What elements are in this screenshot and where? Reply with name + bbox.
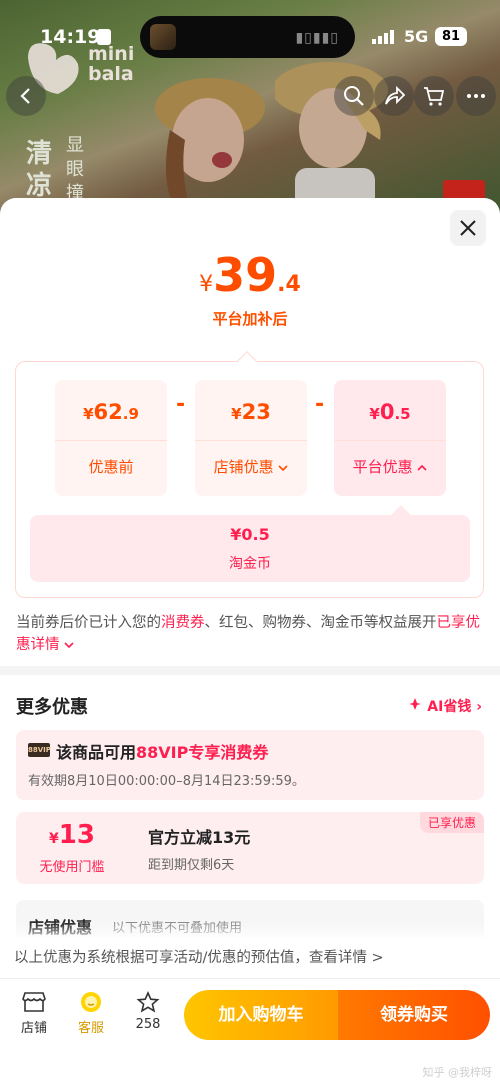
battery-icon: 81 — [435, 27, 467, 46]
original-price-card: ¥62.9 优惠前 — [55, 380, 167, 496]
banner-tag: 清 凉 显 眼 撞 — [26, 135, 84, 204]
shop-discount-subtitle: 以下优惠不可叠加使用 — [112, 921, 243, 936]
brand-logo-text: mini bala — [88, 43, 135, 85]
platform-discount-label: 平台优惠 — [334, 456, 446, 477]
shop-discount-title: 店铺优惠 — [28, 918, 93, 937]
back-button[interactable] — [6, 76, 46, 116]
coupon-threshold: 无使用门槛 — [39, 860, 105, 875]
customer-service-button[interactable]: 客服 — [66, 991, 116, 1036]
chevron-down-icon — [278, 465, 288, 472]
watermark: 知乎 @我梓呀 — [422, 1066, 493, 1079]
dynamic-island: ▮▯▮▮▯ — [140, 16, 355, 58]
ai-sparkle-icon — [409, 698, 422, 710]
final-price-caption: 平台加补后 — [212, 310, 288, 328]
share-icon — [385, 85, 405, 105]
favorite-button[interactable]: 258 — [123, 991, 173, 1032]
platform-discount-card[interactable]: ¥0.5 平台优惠 — [334, 380, 446, 496]
taojinbi-value: ¥0.5 — [230, 525, 270, 544]
add-to-cart-button[interactable]: 加入购物车 — [184, 990, 338, 1040]
vip-coupon-card[interactable]: 88VIP 该商品可用88VIP专享消费券 有效期8月10日00:00:00–8… — [16, 730, 484, 800]
search-icon — [344, 86, 364, 106]
audio-wave-icon: ▮▯▮▮▯ — [295, 30, 339, 46]
box-pointer — [237, 351, 257, 371]
shop-discount-value: ¥23 — [231, 400, 271, 424]
shop-nav-button[interactable]: 店铺 — [9, 991, 59, 1036]
share-button[interactable] — [374, 76, 414, 116]
vip-coupon-title: 该商品可用88VIP专享消费券 — [56, 743, 269, 762]
chevron-up-icon — [417, 464, 427, 471]
vip-badge-icon: 88VIP — [28, 743, 51, 757]
shop-discount-card[interactable]: ¥23 店铺优惠 — [195, 380, 307, 496]
shop-icon — [22, 992, 46, 1012]
taojinbi-card: ¥0.5 淘金币 — [30, 505, 470, 582]
product-image-banner: 14:19 ▮▯▮▮▯ 5G 81 mini bala 清 凉 显 眼 撞 — [0, 0, 500, 215]
buy-with-coupon-button[interactable]: 领券购买 — [338, 990, 490, 1040]
close-icon — [460, 220, 476, 236]
search-button[interactable] — [334, 76, 374, 116]
taojinbi-label: 淘金币 — [229, 556, 271, 572]
official-coupon-card[interactable]: ¥13 无使用门槛 官方立减13元 距到期仅剩6天 已享优惠 — [16, 812, 484, 884]
platform-discount-value: ¥0.5 — [369, 400, 411, 424]
customer-service-icon — [81, 992, 101, 1012]
more-discounts-title: 更多优惠 — [16, 697, 88, 718]
original-price-value: ¥62.9 — [83, 400, 139, 424]
network-type: 5G — [404, 27, 429, 46]
close-button[interactable] — [450, 210, 486, 246]
minus-sign: - — [315, 392, 325, 417]
minus-sign: - — [176, 392, 186, 417]
coupon-title: 官方立减13元 — [148, 828, 251, 847]
discount-note: 当前券后价已计入您的消费券、红包、购物券、淘金币等权益展开已享优惠详情 — [16, 615, 480, 653]
applied-badge: 已享优惠 — [419, 812, 484, 833]
price-breakdown-box: ¥62.9 优惠前 - ¥23 店铺优惠 - ¥0.5 平台优惠 ¥0.5 淘金… — [15, 351, 484, 598]
coupon-amount: ¥13 — [49, 820, 95, 850]
coupon-expiry: 距到期仅剩6天 — [148, 858, 235, 873]
more-options-button[interactable] — [456, 76, 496, 116]
more-dots-icon — [467, 94, 485, 98]
estimate-note-link[interactable]: 以上优惠为系统根据可享活动/优惠的预估值，查看详情 > — [0, 938, 500, 978]
cart-icon — [424, 87, 445, 106]
ai-savings-link[interactable]: AI省钱 › — [408, 696, 482, 716]
signal-icon — [372, 30, 394, 44]
chevron-left-icon — [20, 88, 30, 104]
original-price-label: 优惠前 — [88, 458, 134, 476]
star-icon — [136, 991, 160, 1013]
cart-button[interactable] — [414, 76, 454, 116]
price-detail-sheet: ¥39.4 平台加补后 ¥62.9 优惠前 - ¥23 店铺优惠 - ¥0.5 … — [0, 198, 500, 978]
now-playing-thumbnail — [150, 24, 176, 50]
shop-discount-label: 店铺优惠 — [195, 456, 307, 477]
chevron-down-icon — [64, 642, 74, 649]
vip-coupon-validity: 有效期8月10日00:00:00–8月14日23:59:59。 — [28, 774, 305, 789]
section-divider — [0, 666, 500, 675]
final-price: ¥39.4 — [199, 248, 301, 302]
